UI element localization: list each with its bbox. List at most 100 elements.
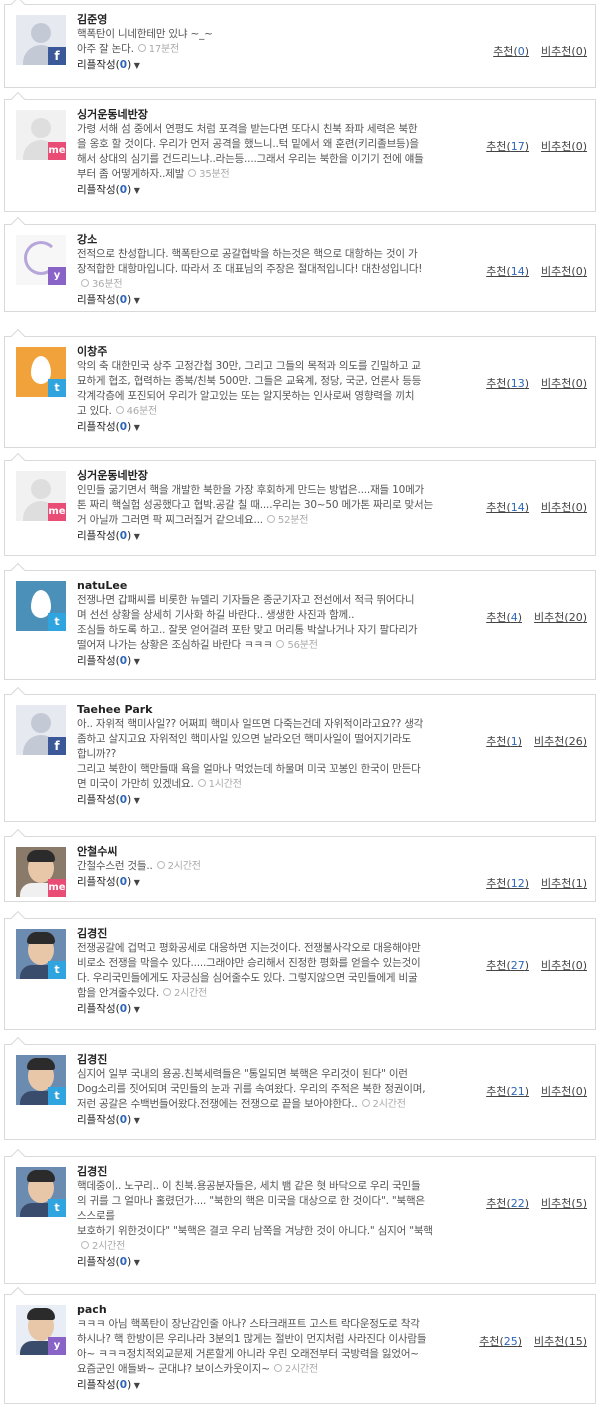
author-name[interactable]: 이창주 — [77, 345, 467, 359]
not-recommend-button[interactable]: 비추천(1) — [541, 877, 587, 890]
reply-label: 리플작성 — [77, 1379, 116, 1391]
recommend-button[interactable]: 추천(13) — [486, 377, 529, 390]
author-name[interactable]: pach — [77, 1303, 467, 1317]
reply-button[interactable]: 리플작성(0) ▼ — [77, 58, 467, 73]
avatar[interactable]: y — [16, 1305, 66, 1355]
reply-count: 0 — [119, 1114, 128, 1126]
not-recommend-label: 비추천 — [541, 45, 572, 58]
not-recommend-button[interactable]: 비추천(0) — [541, 265, 587, 278]
avatar[interactable]: me — [16, 847, 66, 897]
not-recommend-button[interactable]: 비추천(0) — [541, 501, 587, 514]
reply-button[interactable]: 리플작성(0) ▼ — [77, 1255, 467, 1270]
timestamp-text: 52분전 — [277, 515, 309, 526]
author-name[interactable]: 강소 — [77, 233, 467, 247]
recommend-label: 추천 — [486, 377, 507, 390]
not-recommend-button[interactable]: 비추천(5) — [541, 1197, 587, 1210]
recommend-label: 추천 — [486, 877, 507, 890]
recommend-button[interactable]: 추천(21) — [486, 1085, 529, 1098]
not-recommend-button[interactable]: 비추천(0) — [541, 377, 587, 390]
card-pointer — [10, 562, 26, 578]
timestamp-text: 1시간전 — [208, 779, 242, 790]
not-recommend-button[interactable]: 비추천(0) — [541, 1085, 587, 1098]
not-recommend-button[interactable]: 비추천(20) — [534, 611, 587, 624]
recommend-button[interactable]: 추천(22) — [486, 1197, 529, 1210]
author-name[interactable]: Taehee Park — [77, 703, 467, 717]
reply-button[interactable]: 리플작성(0) ▼ — [77, 529, 467, 544]
comment-card: me 안철수씨 간철수스런 것들.. 2시간전 리플작성(0) ▼ 추천(12) 비추천(1… — [4, 828, 596, 902]
author-name[interactable]: 김경진 — [77, 1165, 467, 1179]
recommend-button[interactable]: 추천(14) — [486, 501, 529, 514]
timestamp-text: 17분전 — [148, 44, 180, 55]
not-recommend-button[interactable]: 비추천(0) — [541, 959, 587, 972]
recommend-button[interactable]: 추천(25) — [479, 1335, 522, 1348]
not-recommend-button[interactable]: 비추천(0) — [541, 140, 587, 153]
recommend-button[interactable]: 추천(4) — [486, 611, 522, 624]
recommend-button[interactable]: 추천(27) — [486, 959, 529, 972]
author-name[interactable]: 안철수씨 — [77, 845, 467, 859]
comment-card: t 김경진 심지어 일부 국내의 용공.친북세력들은 "통일되면 북핵은 우리것이 … — [4, 1036, 596, 1140]
avatar[interactable]: me — [16, 471, 66, 521]
comment-line: 핵데중이.. 노구리.. 이 친북.용공분자들은, 세치 뱀 같은 혓 바닥으로… — [77, 1180, 421, 1192]
avatar[interactable]: t — [16, 347, 66, 397]
clock-icon — [115, 406, 124, 414]
comment-line: 떨어져 나가는 상황은 조심하길 바란다 ㅋㅋㅋ — [77, 639, 273, 651]
not-recommend-button[interactable]: 비추천(26) — [534, 735, 587, 748]
reply-button[interactable]: 리플작성(0) ▼ — [77, 1002, 467, 1017]
recommend-button[interactable]: 추천(1) — [486, 735, 522, 748]
twitter-icon: t — [48, 1199, 66, 1217]
recommend-label: 추천 — [486, 1085, 507, 1098]
avatar[interactable]: y — [16, 235, 66, 285]
comment-line: 장적합한 대항마입니다. 따라서 조 대표님의 주장은 절대적입니다! 대찬성입… — [77, 263, 423, 275]
avatar[interactable]: t — [16, 1167, 66, 1217]
avatar[interactable]: f — [16, 15, 66, 65]
author-name[interactable]: 김준영 — [77, 13, 467, 27]
reply-label: 리플작성 — [77, 59, 116, 71]
not-recommend-button[interactable]: 비추천(0) — [541, 45, 587, 58]
reply-button[interactable]: 리플작성(0) ▼ — [77, 1378, 467, 1393]
comment-line: 전적으로 찬성합니다. 핵폭탄으로 공갈협박을 하는것은 핵으로 대항하는 것이… — [77, 248, 418, 260]
vote-buttons: 추천(1) 비추천(26) — [486, 733, 587, 749]
twitter-icon: t — [48, 379, 66, 397]
author-name[interactable]: 김경진 — [77, 927, 467, 941]
author-name[interactable]: natuLee — [77, 579, 467, 593]
avatar[interactable]: t — [16, 929, 66, 979]
avatar[interactable]: t — [16, 1055, 66, 1105]
comment-line: 며 선선 상황을 상세히 기사화 하길 바란다.. 생생한 사진과 함께.. — [77, 609, 355, 621]
recommend-button[interactable]: 추천(14) — [486, 265, 529, 278]
reply-button[interactable]: 리플작성(0) ▼ — [77, 293, 467, 308]
reply-button[interactable]: 리플작성(0) ▼ — [77, 654, 467, 669]
yozm-icon: y — [48, 1337, 66, 1355]
clock-icon — [197, 779, 206, 787]
avatar[interactable]: me — [16, 110, 66, 160]
clock-icon — [156, 861, 165, 869]
reply-button[interactable]: 리플작성(0) ▼ — [77, 183, 467, 198]
recommend-count: 25 — [503, 1335, 518, 1348]
photo-hair — [27, 1170, 55, 1182]
card-pointer — [10, 91, 26, 107]
reply-button[interactable]: 리플작성(0) ▼ — [77, 1113, 467, 1128]
reply-button[interactable]: 리플작성(0) ▼ — [77, 875, 467, 890]
author-name[interactable]: 싱거운동네반장 — [77, 108, 467, 122]
timestamp: 52분전 — [266, 515, 309, 526]
recommend-button[interactable]: 추천(17) — [486, 140, 529, 153]
avatar[interactable]: t — [16, 581, 66, 631]
avatar[interactable]: f — [16, 705, 66, 755]
not-recommend-label: 비추천 — [534, 735, 565, 748]
reply-button[interactable]: 리플작성(0) ▼ — [77, 420, 467, 435]
caret-down-icon: ▼ — [131, 1258, 140, 1267]
not-recommend-button[interactable]: 비추천(15) — [534, 1335, 587, 1348]
comment-body: 김경진 전쟁공갈에 겁먹고 평화공세로 대응하면 지는것이다. 전쟁불사각오로 대… — [77, 927, 467, 1017]
author-name[interactable]: 싱거운동네반장 — [77, 469, 467, 483]
reply-button[interactable]: 리플작성(0) ▼ — [77, 793, 467, 808]
timestamp: 36분전 — [81, 279, 123, 290]
caret-down-icon: ▼ — [131, 1116, 140, 1125]
recommend-button[interactable]: 추천(12) — [486, 877, 529, 890]
timestamp: 35분전 — [188, 169, 230, 180]
comment-line: 아~ ㅋㅋㅋ정치적외교문제 거론할게 아니라 우린 오래전부터 국방력을 잃었어… — [77, 1348, 419, 1360]
recommend-button[interactable]: 추천(0) — [493, 45, 529, 58]
author-name[interactable]: 김경진 — [77, 1053, 467, 1067]
facebook-icon: f — [48, 737, 66, 755]
reply-count: 0 — [119, 1256, 128, 1268]
recommend-count: 17 — [510, 140, 525, 153]
recommend-label: 추천 — [479, 1335, 500, 1348]
